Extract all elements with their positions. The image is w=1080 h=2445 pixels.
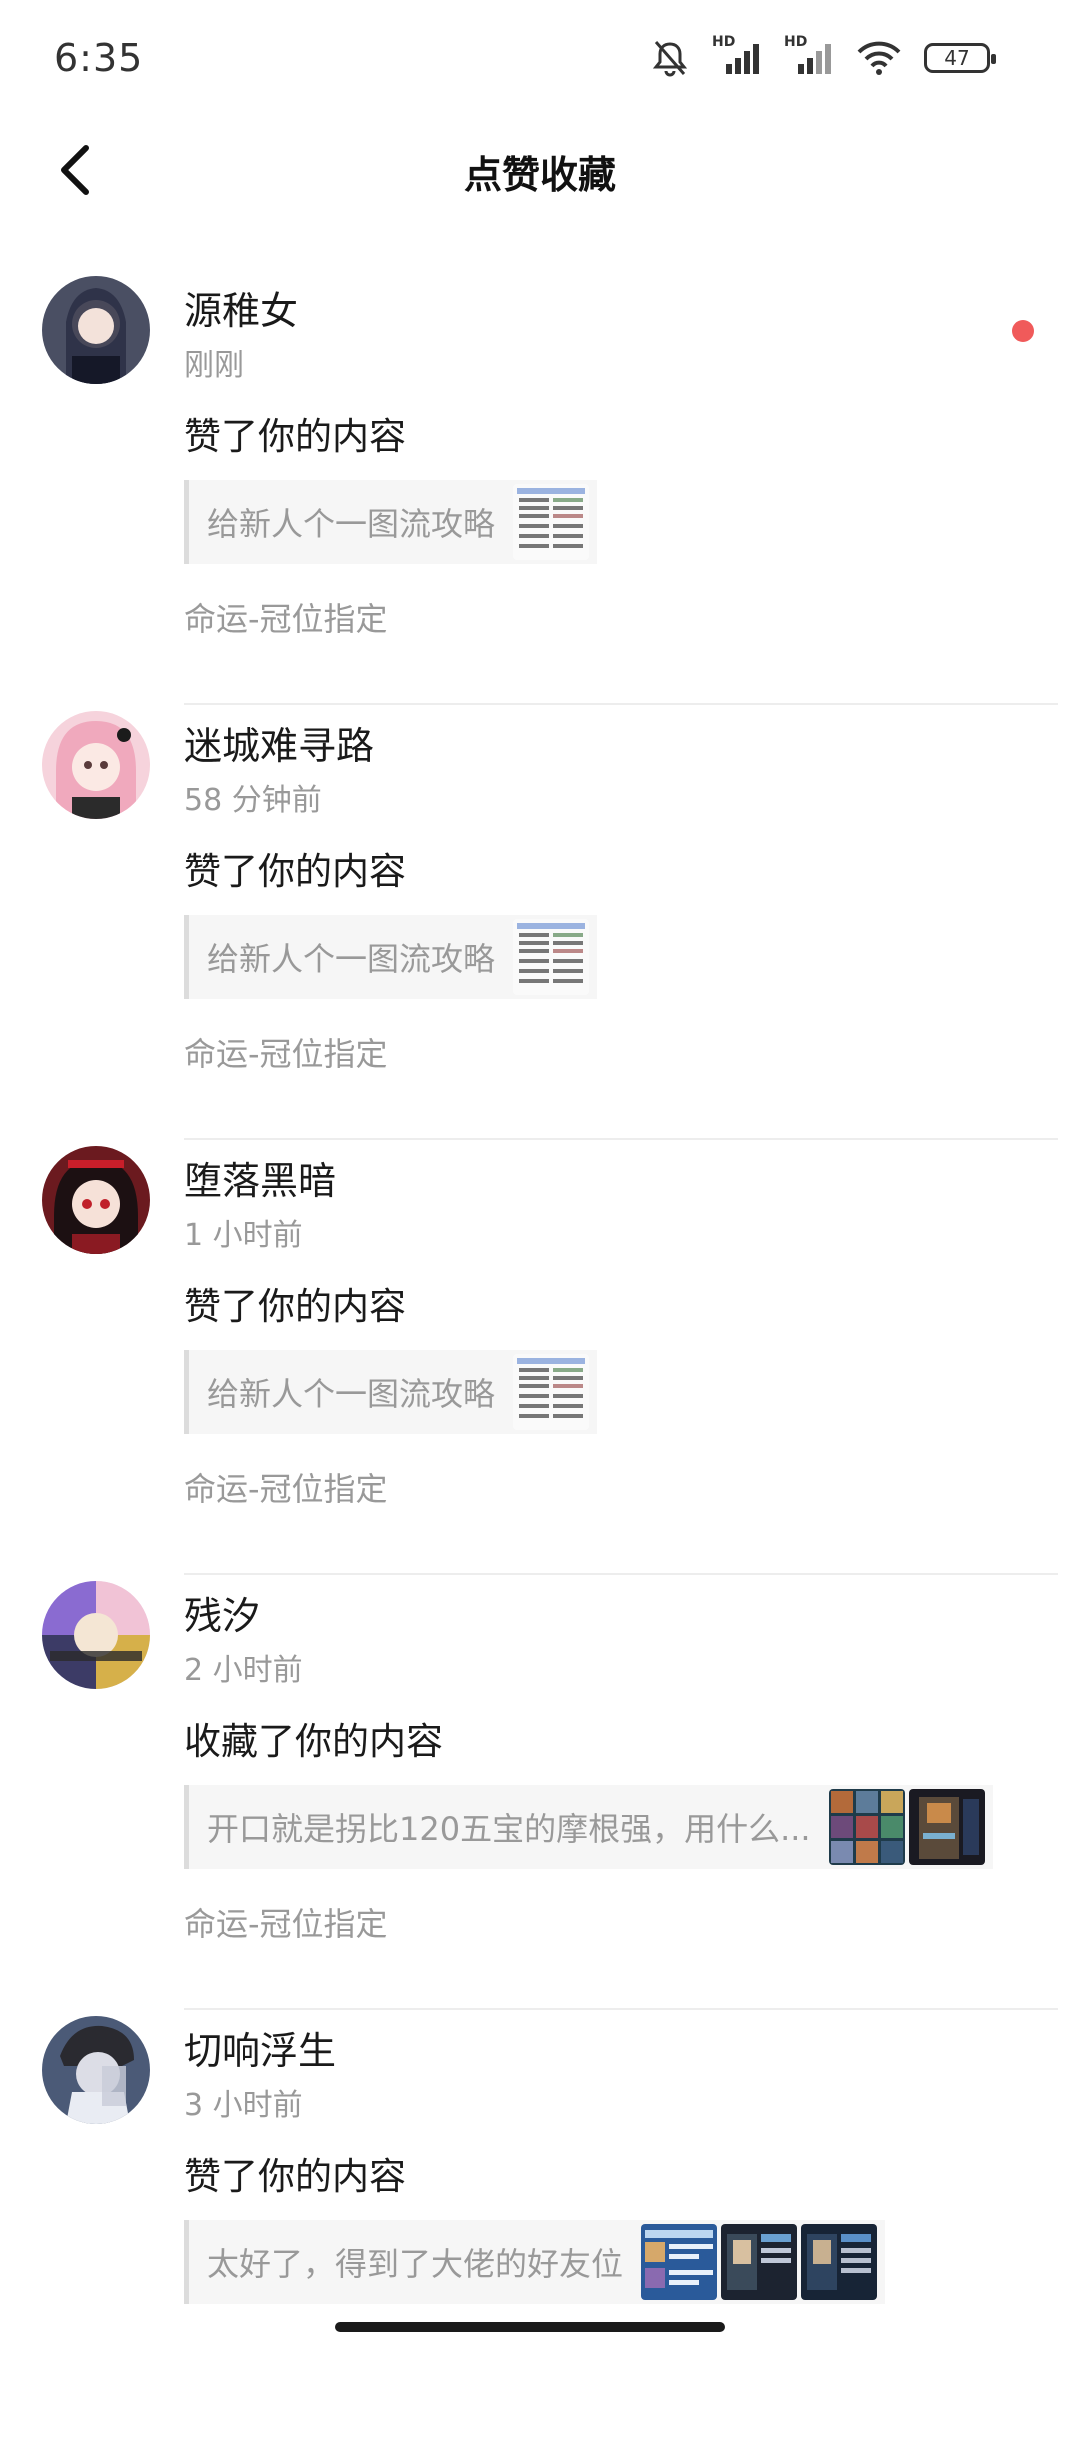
avatar[interactable]	[42, 1146, 150, 1254]
status-time: 6:35	[54, 36, 144, 80]
post-thumbnail	[513, 484, 590, 560]
quoted-post-text: 给新人个一图流攻略	[207, 940, 496, 978]
quoted-post[interactable]: 给新人个一图流攻略	[184, 915, 598, 999]
notification-list: 源稚女 刚刚 赞了你的内容 给新人个一图流攻略 命运-冠位指定 迷城难寻路 58…	[0, 270, 1080, 2445]
quoted-post-text: 给新人个一图流攻略	[207, 1375, 496, 1413]
signal-hd-icon: HD	[784, 34, 834, 78]
post-thumbnail	[721, 2224, 798, 2300]
topic-tag[interactable]: 命运-冠位指定	[184, 1464, 388, 1510]
notification-item[interactable]: 迷城难寻路 58 分钟前 赞了你的内容 给新人个一图流攻略 命运-冠位指定	[0, 705, 1080, 1140]
action-text: 赞了你的内容	[184, 415, 406, 458]
bell-muted-icon	[652, 41, 688, 77]
timestamp: 1 小时前	[184, 1218, 303, 1253]
action-text: 赞了你的内容	[184, 2155, 406, 2198]
page-title: 点赞收藏	[463, 153, 616, 197]
post-thumbnail	[828, 1789, 905, 1865]
notification-item[interactable]: 源稚女 刚刚 赞了你的内容 给新人个一图流攻略 命运-冠位指定	[0, 270, 1080, 705]
quoted-post[interactable]: 太好了，得到了大佬的好友位	[184, 2220, 886, 2304]
avatar[interactable]	[42, 2016, 150, 2124]
notification-item[interactable]: 堕落黑暗 1 小时前 赞了你的内容 给新人个一图流攻略 命运-冠位指定	[0, 1140, 1080, 1575]
quoted-post[interactable]: 开口就是拐比120五宝的摩根强，用什么...	[184, 1785, 993, 1869]
post-thumbnail	[641, 2224, 718, 2300]
username[interactable]: 残汐	[184, 1585, 260, 1640]
action-text: 赞了你的内容	[184, 1285, 406, 1328]
timestamp: 3 小时前	[184, 2088, 303, 2123]
avatar[interactable]	[42, 276, 150, 384]
avatar[interactable]	[42, 1581, 150, 1689]
topic-tag[interactable]: 命运-冠位指定	[184, 1899, 388, 1945]
username[interactable]: 源稚女	[184, 280, 298, 335]
quoted-post[interactable]: 给新人个一图流攻略	[184, 480, 598, 564]
timestamp: 2 小时前	[184, 1653, 303, 1688]
quoted-post-text: 太好了，得到了大佬的好友位	[207, 2245, 624, 2283]
signal-hd-icon: HD	[712, 34, 762, 78]
home-indicator[interactable]	[335, 2322, 725, 2332]
unread-dot	[1012, 320, 1034, 342]
thumbnail-group	[513, 919, 590, 995]
battery-level: 47	[944, 46, 970, 70]
thumbnail-group	[513, 484, 590, 560]
topic-tag[interactable]: 命运-冠位指定	[184, 1029, 388, 1075]
thumbnail-group	[828, 1789, 985, 1865]
avatar[interactable]	[42, 711, 150, 819]
post-thumbnail	[513, 919, 590, 995]
username[interactable]: 切响浮生	[184, 2020, 336, 2075]
notification-item[interactable]: 残汐 2 小时前 收藏了你的内容 开口就是拐比120五宝的摩根强，用什么...	[0, 1575, 1080, 2010]
status-icons: HD HD 47	[650, 34, 996, 78]
battery-icon: 47	[924, 43, 996, 73]
post-thumbnail	[908, 1789, 985, 1865]
username[interactable]: 迷城难寻路	[184, 715, 374, 770]
header: 点赞收藏	[0, 120, 1080, 220]
timestamp: 58 分钟前	[184, 783, 322, 818]
timestamp: 刚刚	[184, 348, 244, 383]
topic-tag[interactable]: 命运-冠位指定	[184, 594, 388, 640]
thumbnail-group	[641, 2224, 878, 2300]
thumbnail-group	[513, 1354, 590, 1430]
post-thumbnail	[801, 2224, 878, 2300]
wifi-icon	[857, 41, 901, 75]
action-text: 收藏了你的内容	[184, 1720, 443, 1763]
quoted-post[interactable]: 给新人个一图流攻略	[184, 1350, 598, 1434]
status-bar: 6:35 HD HD 47	[0, 0, 1080, 120]
action-text: 赞了你的内容	[184, 850, 406, 893]
post-thumbnail	[513, 1354, 590, 1430]
username[interactable]: 堕落黑暗	[184, 1150, 336, 1205]
notification-item[interactable]: 切响浮生 3 小时前 赞了你的内容 太好了，得到了大佬的好友位	[0, 2010, 1080, 2445]
quoted-post-text: 开口就是拐比120五宝的摩根强，用什么...	[207, 1810, 811, 1848]
quoted-post-text: 给新人个一图流攻略	[207, 505, 496, 543]
